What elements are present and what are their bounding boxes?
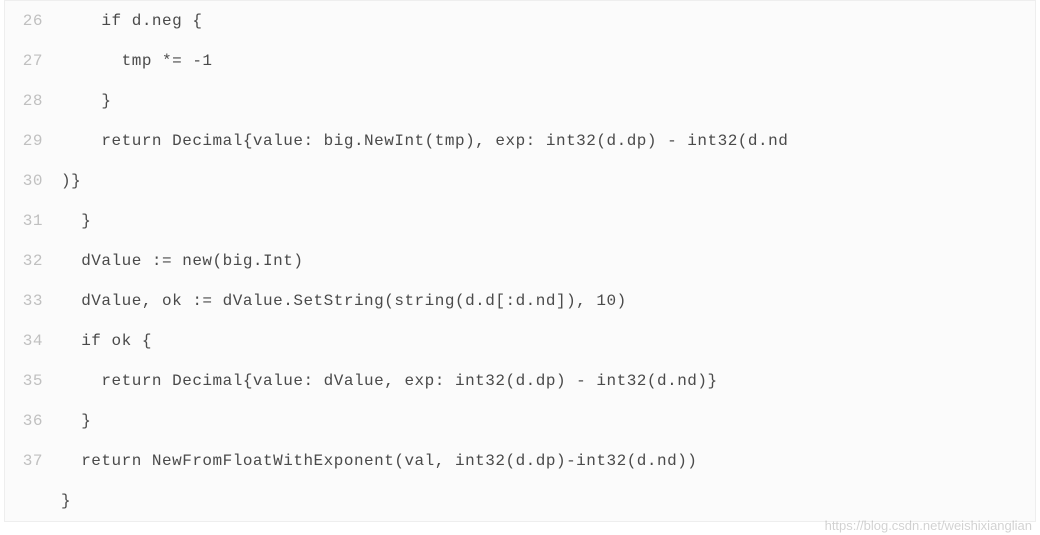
watermark-text: https://blog.csdn.net/weishixianglian [825,518,1032,533]
code-text: dValue, ok := dValue.SetString(string(d.… [61,281,627,321]
line-number: 27 [5,41,61,81]
line-number: 35 [5,361,61,401]
code-line: 31 } [5,201,1035,241]
code-line: 30 )} [5,161,1035,201]
code-text: if d.neg { [61,1,202,41]
code-text: dValue := new(big.Int) [61,241,303,281]
code-line: 35 return Decimal{value: dValue, exp: in… [5,361,1035,401]
line-number: 26 [5,1,61,41]
line-number: 32 [5,241,61,281]
line-number: 28 [5,81,61,121]
code-block: 26 if d.neg { 27 tmp *= -1 28 } 29 retur… [4,0,1036,522]
code-line: 33 dValue, ok := dValue.SetString(string… [5,281,1035,321]
code-text: tmp *= -1 [61,41,213,81]
code-line: 28 } [5,81,1035,121]
code-line: 34 if ok { [5,321,1035,361]
code-text: } [61,81,112,121]
code-text: )} [61,161,81,201]
code-text: } [61,481,71,521]
code-line: 29 return Decimal{value: big.NewInt(tmp)… [5,121,1035,161]
code-line: 37 return NewFromFloatWithExponent(val, … [5,441,1035,481]
code-line: 36 } [5,401,1035,441]
code-text: } [61,401,91,441]
line-number: 36 [5,401,61,441]
line-number: 31 [5,201,61,241]
code-line: 26 if d.neg { [5,1,1035,41]
line-number: 29 [5,121,61,161]
line-number: 33 [5,281,61,321]
code-text: return NewFromFloatWithExponent(val, int… [61,441,697,481]
code-text: } [61,201,91,241]
code-text: return Decimal{value: big.NewInt(tmp), e… [61,121,788,161]
code-line: } [5,481,1035,521]
code-text: if ok { [61,321,152,361]
line-number: 30 [5,161,61,201]
line-number: 37 [5,441,61,481]
code-line: 27 tmp *= -1 [5,41,1035,81]
code-text: return Decimal{value: dValue, exp: int32… [61,361,718,401]
code-line: 32 dValue := new(big.Int) [5,241,1035,281]
line-number: 34 [5,321,61,361]
